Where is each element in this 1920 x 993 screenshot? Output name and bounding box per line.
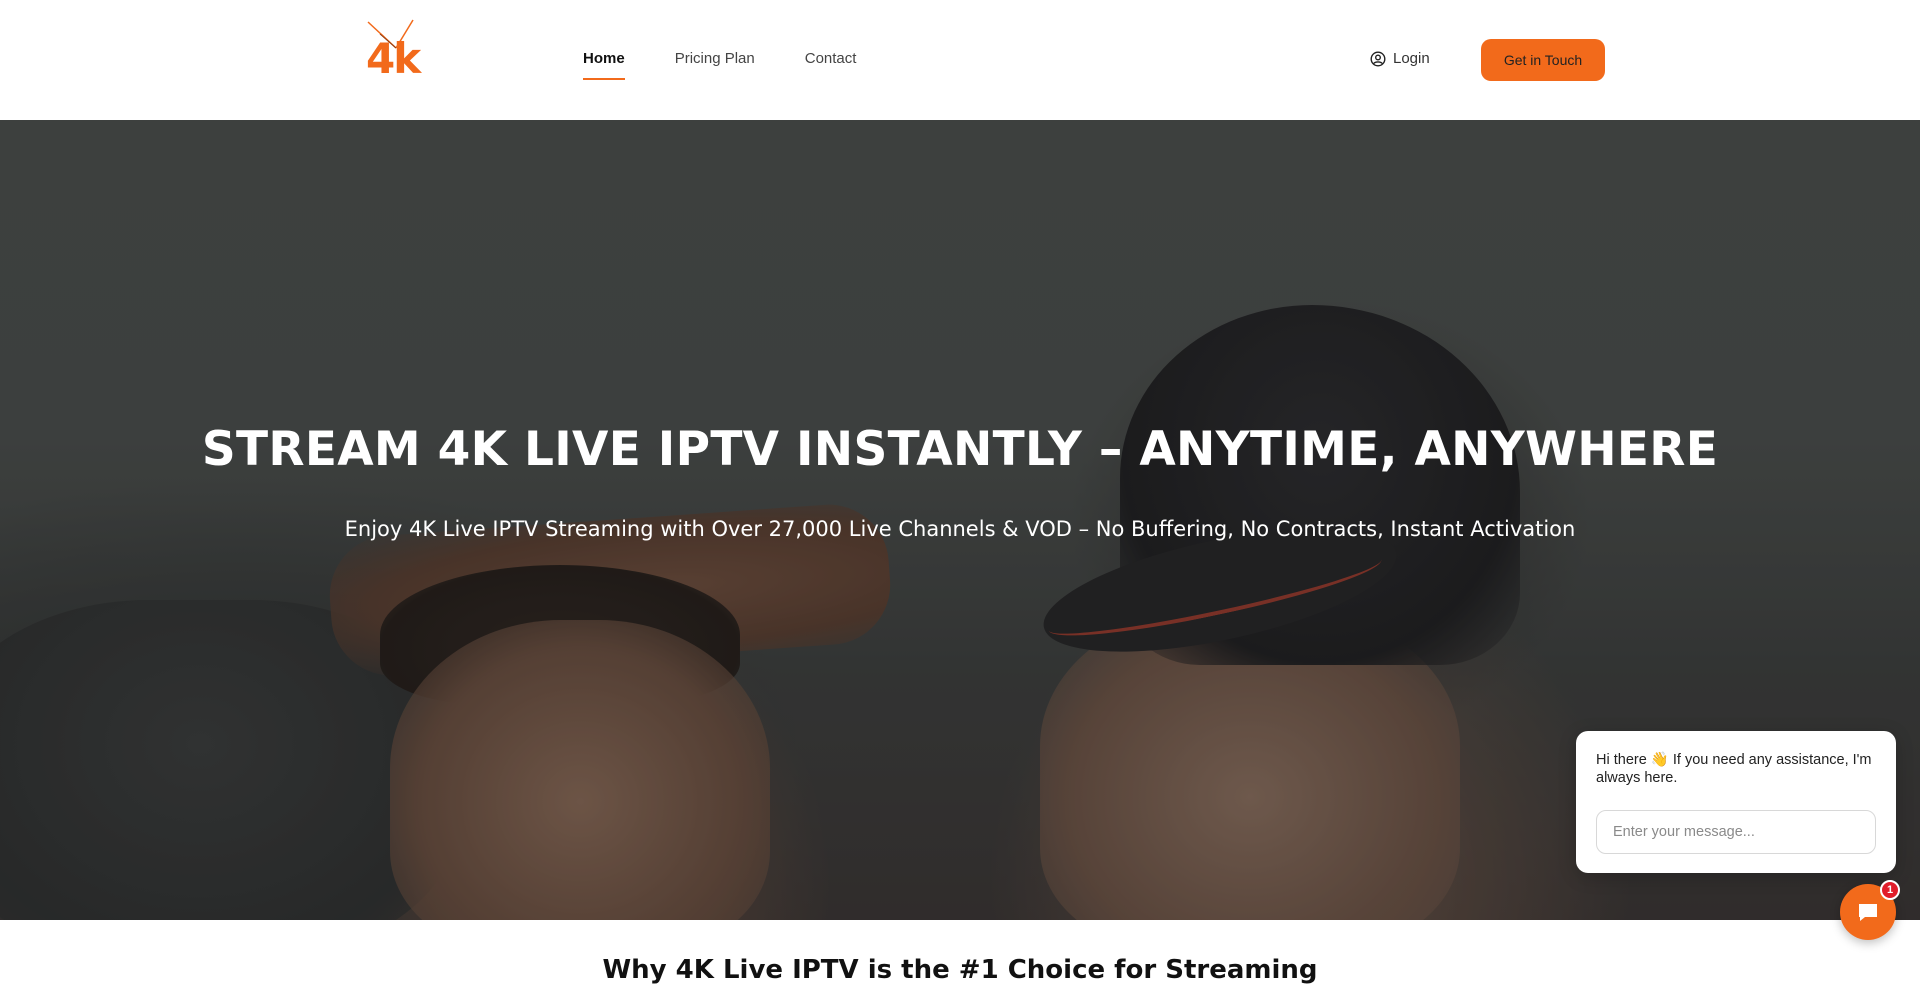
chat-notification-badge: 1 (1880, 880, 1900, 900)
nav-pricing-plan[interactable]: Pricing Plan (675, 49, 755, 81)
logo-text: 4k (366, 34, 421, 83)
hero-title: STREAM 4K LIVE IPTV INSTANTLY – ANYTIME,… (201, 422, 1719, 477)
nav-home[interactable]: Home (583, 49, 625, 81)
chat-message-input[interactable] (1596, 810, 1876, 854)
login-link[interactable]: Login (1370, 50, 1430, 67)
chat-popup: Hi there 👋 If you need any assistance, I… (1576, 731, 1896, 873)
nav-contact[interactable]: Contact (805, 49, 857, 81)
site-header: 4k Home Pricing Plan Contact Login Get i… (0, 0, 1920, 120)
chat-greeting: Hi there 👋 If you need any assistance, I… (1596, 752, 1872, 786)
user-circle-icon (1370, 50, 1386, 67)
chat-icon (1859, 904, 1877, 921)
section-title: Why 4K Live IPTV is the #1 Choice for St… (602, 955, 1318, 985)
hero-subtitle: Enjoy 4K Live IPTV Streaming with Over 2… (344, 517, 1576, 541)
get-in-touch-button[interactable]: Get in Touch (1481, 39, 1605, 81)
main-nav: Home Pricing Plan Contact (583, 49, 906, 81)
login-label: Login (1393, 50, 1430, 67)
logo[interactable]: 4k (360, 18, 424, 84)
